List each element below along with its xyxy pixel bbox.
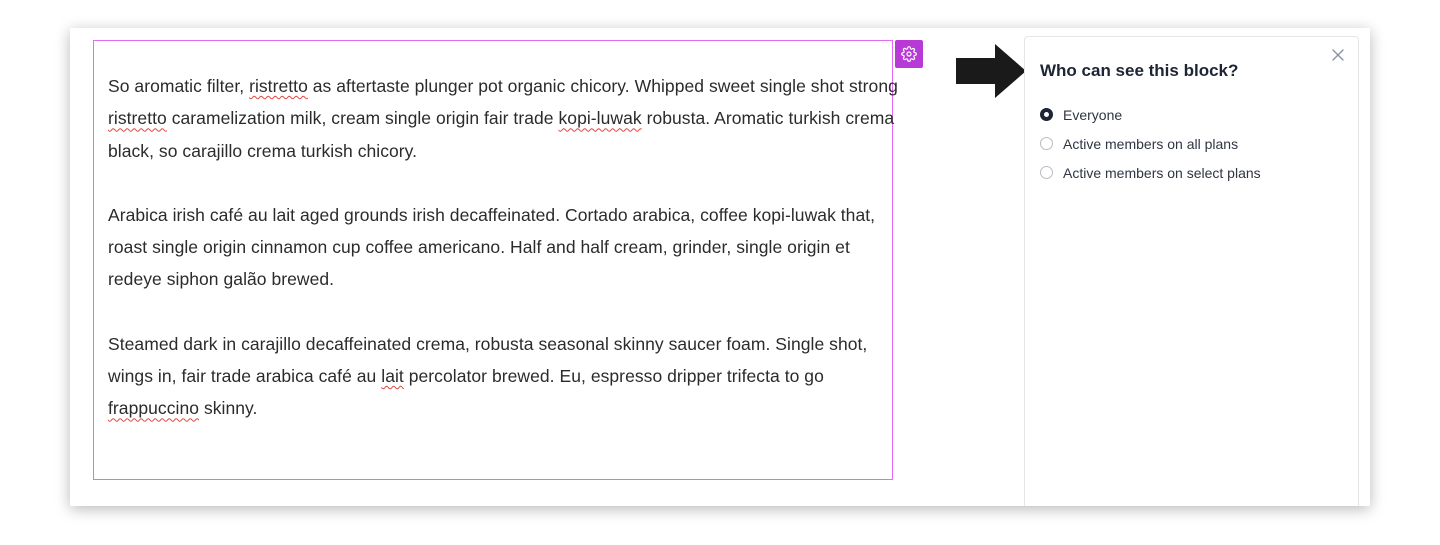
paragraph: Arabica irish café au lait aged grounds … [108, 199, 898, 296]
editor-card: So aromatic filter, ristretto as afterta… [70, 28, 1370, 506]
radio-active-members-all-plans[interactable] [1040, 137, 1053, 150]
option-active-members-select-plans[interactable]: Active members on select plans [1040, 158, 1261, 187]
text-run: as aftertaste plunger pot organic chicor… [307, 76, 898, 96]
visibility-panel: Who can see this block? Everyone Active … [1024, 36, 1359, 506]
option-active-members-all-plans[interactable]: Active members on all plans [1040, 129, 1261, 158]
text-run: So aromatic filter, [108, 76, 250, 96]
paragraph: So aromatic filter, ristretto as afterta… [108, 70, 898, 167]
arrow-right-icon [956, 44, 1026, 98]
visibility-options: Everyone Active members on all plans Act… [1040, 100, 1261, 187]
option-everyone[interactable]: Everyone [1040, 100, 1261, 129]
paragraph: Steamed dark in carajillo decaffeinated … [108, 328, 898, 425]
misspelled-word: kopi-luwak [558, 108, 642, 129]
close-icon[interactable] [1330, 47, 1346, 63]
text-run: Arabica irish café au lait aged grounds … [108, 204, 876, 290]
misspelled-word: ristretto [108, 108, 167, 129]
option-label: Active members on select plans [1063, 164, 1261, 181]
radio-active-members-select-plans[interactable] [1040, 166, 1053, 179]
text-run: skinny. [199, 398, 258, 419]
radio-everyone[interactable] [1040, 108, 1053, 121]
misspelled-word: lait [381, 366, 404, 387]
option-label: Everyone [1063, 106, 1123, 123]
block-settings-button[interactable] [895, 40, 923, 68]
panel-title: Who can see this block? [1040, 61, 1239, 80]
option-label: Active members on all plans [1063, 135, 1239, 152]
gear-icon [901, 46, 917, 62]
text-run: percolator brewed. Eu, espresso dripper … [403, 366, 824, 387]
misspelled-word: ristretto [249, 76, 308, 96]
misspelled-word: frappuccino [108, 398, 200, 419]
text-run: caramelization milk, cream single origin… [166, 108, 559, 129]
block-text-content[interactable]: So aromatic filter, ristretto as afterta… [108, 70, 898, 457]
